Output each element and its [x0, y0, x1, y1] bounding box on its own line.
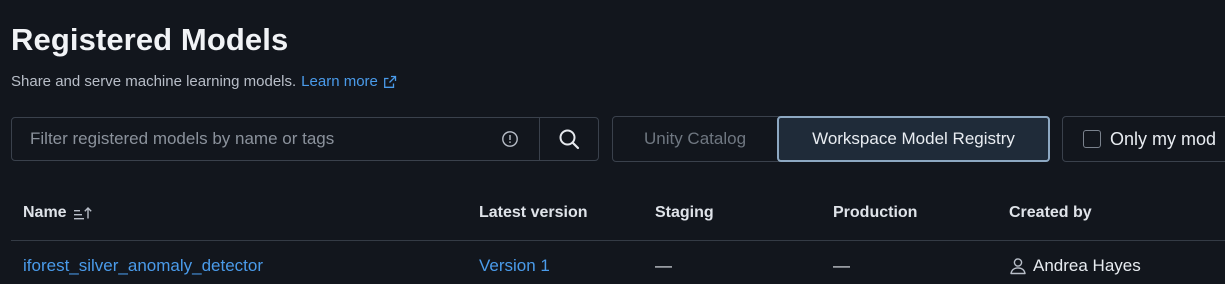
registry-toggle: Unity Catalog Workspace Model Registry	[612, 116, 1050, 162]
created-by-name: Andrea Hayes	[1033, 256, 1141, 275]
created-by-cell: Andrea Hayes	[1009, 256, 1141, 276]
column-header-latest-version: Latest version	[479, 204, 588, 221]
column-header-created-by: Created by	[1009, 204, 1092, 221]
search-input[interactable]	[12, 118, 539, 160]
column-name-label: Name	[23, 204, 67, 221]
only-my-models-checkbox[interactable]	[1083, 130, 1101, 148]
unity-catalog-option[interactable]: Unity Catalog	[613, 117, 777, 161]
info-icon[interactable]	[501, 130, 519, 148]
workspace-model-registry-option[interactable]: Workspace Model Registry	[777, 116, 1050, 162]
column-header-staging: Staging	[655, 204, 714, 221]
search-field	[12, 118, 539, 160]
page-subtitle: Share and serve machine learning models.…	[11, 73, 397, 90]
registered-models-page: Registered Models Share and serve machin…	[0, 0, 1225, 284]
column-header-production: Production	[833, 204, 918, 221]
learn-more-link[interactable]: Learn more	[301, 73, 378, 90]
search-button[interactable]	[539, 118, 598, 160]
staging-value: —	[655, 256, 672, 275]
user-icon	[1009, 257, 1027, 275]
production-value: —	[833, 256, 850, 275]
subtitle-text: Share and serve machine learning models.	[11, 73, 297, 90]
table-row: iforest_silver_anomaly_detector Version …	[11, 241, 1225, 284]
only-my-models-filter[interactable]: Only my mod	[1062, 116, 1225, 162]
only-my-models-label: Only my mod	[1110, 128, 1217, 149]
search-icon	[559, 129, 580, 150]
model-name-link[interactable]: iforest_silver_anomaly_detector	[23, 256, 263, 276]
search-bar	[11, 117, 599, 161]
sort-ascending-icon[interactable]	[73, 205, 93, 221]
external-link-icon[interactable]	[383, 75, 397, 89]
table-header: Name Latest version Staging Production C…	[11, 190, 1225, 241]
page-title: Registered Models	[11, 22, 289, 57]
latest-version-link[interactable]: Version 1	[479, 256, 550, 276]
column-header-name[interactable]: Name	[23, 204, 93, 222]
